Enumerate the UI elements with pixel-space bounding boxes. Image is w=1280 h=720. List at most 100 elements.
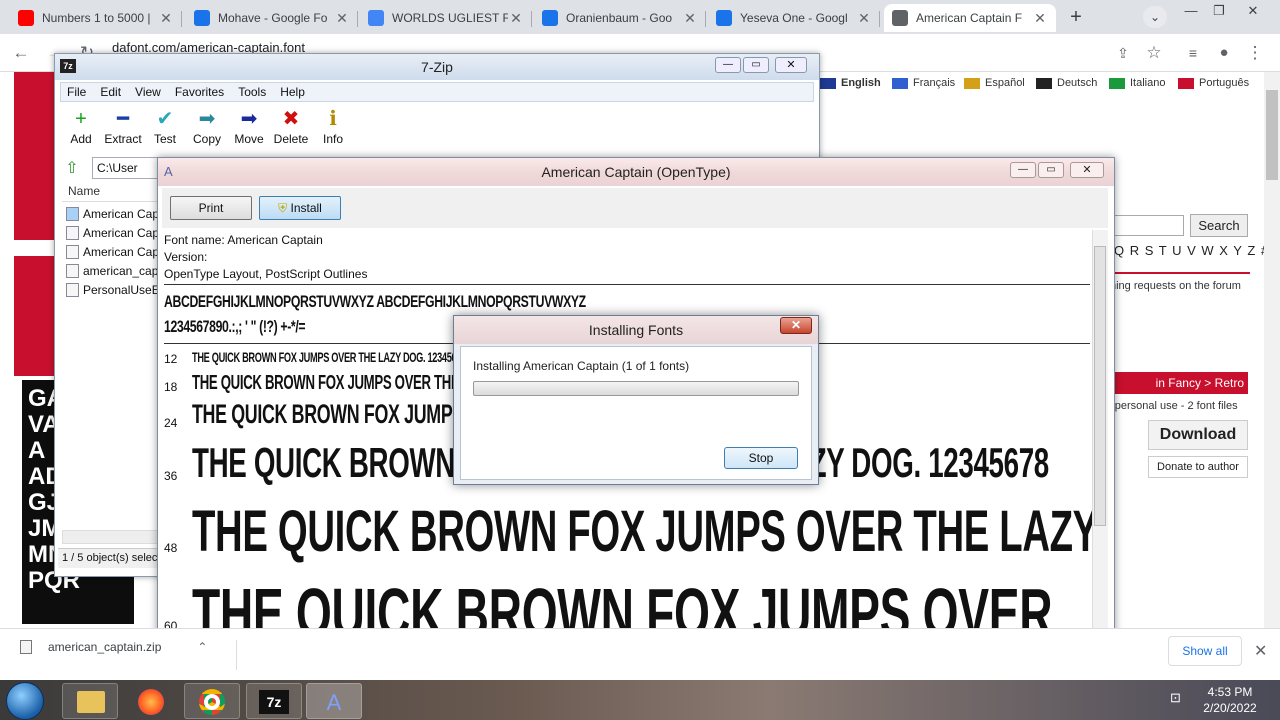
font-viewer-maximize-icon[interactable]: ▭ [1038,162,1064,178]
font-info: Font name: American Captain Version: OpenT… [164,232,367,283]
category-bar[interactable]: in Fancy > Retro [1108,372,1248,394]
new-tab-button[interactable]: + [1064,6,1088,28]
7zip-close-icon[interactable]: ✕ [775,57,807,73]
language-link[interactable]: Italiano [1109,77,1165,89]
menu-item[interactable]: File [67,85,86,99]
language-label: English [841,77,881,89]
site-logo[interactable] [14,72,56,240]
minimize-icon[interactable]: — [1176,2,1206,20]
language-link[interactable]: English [820,77,881,89]
font-viewer-taskbar-icon[interactable]: A [306,683,362,719]
profile-icon[interactable]: ● [1213,43,1235,65]
tab-close-icon[interactable]: ✕ [334,10,350,27]
site-search-button[interactable]: Search [1190,214,1248,237]
stop-button[interactable]: Stop [724,447,798,469]
language-link[interactable]: Português [1178,77,1249,89]
alphabet-nav[interactable]: Q R S T U V W X Y Z # [1114,243,1269,258]
system-clock[interactable]: 4:53 PM 2/20/2022 [1190,684,1270,716]
download-item[interactable]: american_captain.zip ⌃ [20,640,207,654]
browser-tab[interactable]: Mohave - Google Fo ✕ [186,4,358,32]
7zip-path-field[interactable]: C:\User [92,157,158,179]
file-row[interactable]: PersonalUseEU [66,281,158,299]
toolbar-delete-button[interactable]: ✖ Delete [268,106,314,146]
download-shelf [0,628,1280,680]
file-row[interactable]: American Capt [66,243,158,261]
menu-item[interactable]: Tools [238,85,266,99]
file-row[interactable]: american_cap [66,262,158,280]
7zip-minimize-icon[interactable]: — [715,57,741,73]
7zip-taskbar-icon[interactable]: 7z [246,683,302,719]
file-icon [66,264,79,278]
tab-close-icon[interactable]: ✕ [158,10,174,27]
bookmark-star-icon[interactable]: ☆ [1143,43,1165,65]
close-icon[interactable]: ✕ [1238,2,1268,20]
language-link[interactable]: Français [892,77,955,89]
font-viewer-minimize-icon[interactable]: — [1010,162,1036,178]
install-progress-bar [473,381,799,396]
browser-tab[interactable]: Numbers 1 to 5000 | ✕ [10,4,182,32]
file-row[interactable]: American Capt [66,205,158,223]
dialog-close-icon[interactable]: ✕ [780,317,812,334]
up-folder-icon[interactable]: ⇧ [62,158,82,178]
tab-title: Yeseva One - Googl [740,11,848,25]
tab-title: American Captain F [916,11,1023,25]
back-arrow-icon[interactable]: ← [10,43,32,65]
menu-item[interactable]: Help [280,85,305,99]
toolbar-move-button[interactable]: ➡ Move [226,106,272,146]
zip-file-icon [20,640,32,654]
menu-item[interactable]: Edit [100,85,121,99]
network-icon[interactable]: ⊡ [1170,690,1181,706]
download-button[interactable]: Download [1148,420,1248,450]
menu-item[interactable]: View [135,85,161,99]
share-icon[interactable]: ⇪ [1112,43,1134,65]
7zip-name-column-header[interactable]: Name [62,184,158,202]
browser-tab[interactable]: WORLDS UGLIEST F(✕ [360,4,532,32]
print-button[interactable]: Print [170,196,252,220]
menu-item[interactable]: Favorites [175,85,224,99]
font-viewer-scrollbar-thumb[interactable] [1094,246,1106,526]
chevron-up-icon[interactable]: ⌃ [197,640,207,654]
reading-list-icon[interactable]: ≡ [1182,43,1204,65]
restore-icon[interactable]: ❐ [1204,2,1234,20]
donate-button[interactable]: Donate to author [1148,456,1248,478]
show-all-button[interactable]: Show all [1168,636,1242,666]
font-viewer-close-icon[interactable]: ✕ [1070,162,1104,178]
file-row[interactable]: American Capt [66,224,158,242]
language-link[interactable]: Deutsch [1036,77,1097,89]
tab-close-icon[interactable]: ✕ [856,10,872,27]
menu-dots-icon[interactable]: ⋮ [1244,43,1266,65]
page-scrollbar-thumb[interactable] [1266,90,1278,180]
sample-size-label: 12 [164,352,178,366]
forum-notice: hing requests on the forum [1110,280,1241,292]
browser-tab[interactable]: Oranienbaum - Goo ✕ [534,4,706,32]
browser-tab[interactable]: Yeseva One - Googl ✕ [708,4,880,32]
file-explorer-taskbar-icon[interactable] [62,683,118,719]
extract-icon: ━ [116,108,130,130]
install-button[interactable]: ⛨ Install [259,196,341,220]
7zip-titlebar[interactable]: 7z 7-Zip — ▭ ✕ [55,54,819,80]
toolbar-test-button[interactable]: ✔ Test [142,106,188,146]
banner-ad[interactable] [14,256,56,376]
language-label: Français [913,77,956,89]
toolbar-extract-button[interactable]: ━ Extract [100,106,146,146]
site-search-input[interactable] [1108,215,1184,236]
firefox-taskbar-icon[interactable] [124,683,180,719]
toolbar-info-button[interactable]: ℹ Info [310,106,356,146]
tab-search-chevron-icon[interactable]: ⌄ [1143,6,1167,28]
font-viewer-titlebar[interactable]: A American Captain (OpenType) — ▭ ✕ [158,158,1114,186]
shelf-close-icon[interactable]: ✕ [1254,641,1267,661]
tab-close-icon[interactable]: ✕ [682,10,698,27]
chrome-taskbar-icon[interactable] [184,683,240,719]
tab-close-icon[interactable]: ✕ [508,10,524,27]
toolbar-add-button[interactable]: + Add [58,106,104,146]
tab-close-icon[interactable]: ✕ [1032,10,1048,27]
browser-tab[interactable]: American Captain F ✕ [884,4,1056,32]
alphabet-preview: ABCDEFGHIJKLMNOPQRSTUVWXYZ ABCDEFGHIJKLM… [164,292,586,311]
start-button[interactable] [6,682,44,720]
language-link[interactable]: Español [964,77,1025,89]
dialog-title[interactable]: Installing Fonts [454,316,818,344]
7zip-maximize-icon[interactable]: ▭ [743,57,769,73]
file-icon [66,207,79,221]
7zip-horizontal-scrollbar[interactable] [62,530,158,544]
toolbar-copy-button[interactable]: ➡ Copy [184,106,230,146]
